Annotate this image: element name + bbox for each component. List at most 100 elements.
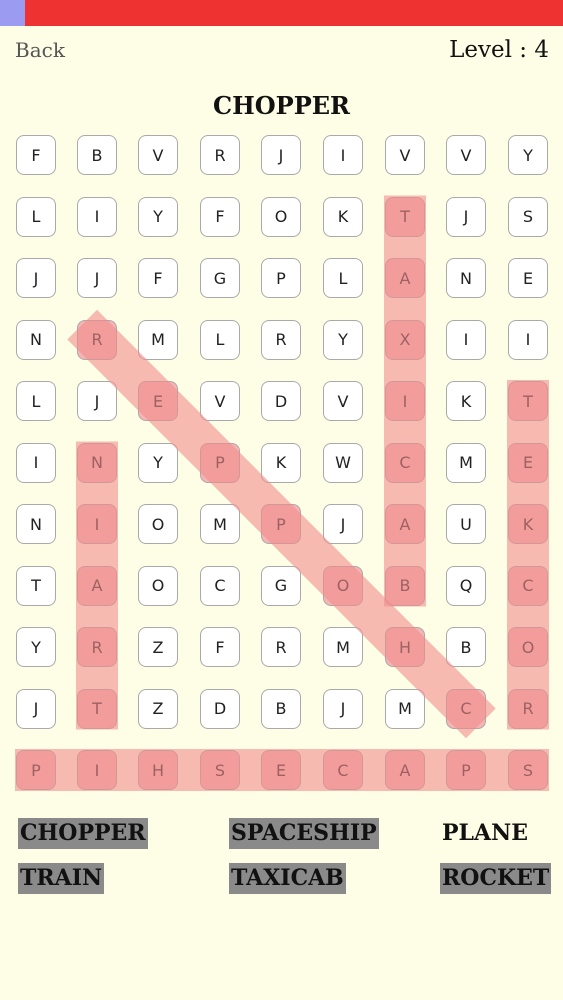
letter-tile[interactable]: R <box>77 627 117 667</box>
letter-tile[interactable]: N <box>16 504 56 544</box>
letter-tile[interactable]: B <box>446 627 486 667</box>
letter-tile[interactable]: G <box>200 258 240 298</box>
letter-tile[interactable]: Q <box>446 565 486 606</box>
letter-tile[interactable]: O <box>508 627 548 667</box>
letter-tile[interactable]: J <box>16 258 56 298</box>
letter-tile[interactable]: R <box>200 135 240 175</box>
letter-tile[interactable]: I <box>16 442 56 483</box>
letter-tile[interactable]: Z <box>138 627 178 667</box>
letter-tile[interactable]: B <box>77 135 117 175</box>
letter-tile[interactable]: A <box>385 750 425 790</box>
letter-tile[interactable]: N <box>16 319 56 360</box>
letter-tile[interactable]: C <box>508 565 548 606</box>
letter-tile[interactable]: O <box>138 565 178 606</box>
letter-tile[interactable]: Y <box>508 135 548 175</box>
letter-tile[interactable]: O <box>138 504 178 544</box>
letter-tile[interactable]: S <box>200 750 240 790</box>
letter-tile[interactable]: M <box>323 627 363 667</box>
letter-tile[interactable]: C <box>323 750 363 790</box>
letter-tile[interactable]: I <box>446 319 486 360</box>
letter-tile[interactable]: J <box>446 196 486 237</box>
letter-tile[interactable]: J <box>323 688 363 729</box>
letter-tile[interactable]: Y <box>138 442 178 483</box>
letter-tile[interactable]: F <box>200 627 240 667</box>
letter-tile[interactable]: L <box>16 196 56 237</box>
letter-tile[interactable]: J <box>261 135 301 175</box>
letter-tile[interactable]: F <box>200 196 240 237</box>
letter-tile[interactable]: H <box>385 627 425 667</box>
letter-tile[interactable]: Y <box>138 196 178 237</box>
letter-tile[interactable]: C <box>385 442 425 483</box>
letter-tile[interactable]: D <box>200 688 240 729</box>
letter-tile[interactable]: T <box>16 565 56 606</box>
letter-tile[interactable]: T <box>385 196 425 237</box>
letter-tile[interactable]: K <box>508 504 548 544</box>
letter-tile[interactable]: K <box>446 381 486 421</box>
letter-tile[interactable]: X <box>385 319 425 360</box>
letter-tile[interactable]: I <box>385 381 425 421</box>
letter-tile[interactable]: S <box>508 750 548 790</box>
letter-tile[interactable]: I <box>77 750 117 790</box>
letter-tile[interactable]: W <box>323 442 363 483</box>
letter-tile[interactable]: F <box>16 135 56 175</box>
letter-tile[interactable]: I <box>508 319 548 360</box>
letter-tile[interactable]: I <box>77 196 117 237</box>
letter-tile[interactable]: O <box>261 196 301 237</box>
letter-tile[interactable]: B <box>385 565 425 606</box>
letter-tile[interactable]: T <box>77 688 117 729</box>
letter-tile[interactable]: I <box>323 135 363 175</box>
letter-tile[interactable]: P <box>261 258 301 298</box>
letter-tile[interactable]: T <box>508 381 548 421</box>
letter-tile[interactable]: M <box>385 688 425 729</box>
letter-tile[interactable]: R <box>261 319 301 360</box>
letter-tile[interactable]: O <box>323 565 363 606</box>
letter-tile[interactable]: P <box>446 750 486 790</box>
letter-tile[interactable]: K <box>261 442 301 483</box>
letter-tile[interactable]: P <box>261 504 301 544</box>
letter-tile[interactable]: A <box>77 565 117 606</box>
letter-tile[interactable]: R <box>77 319 117 360</box>
letter-tile[interactable]: N <box>77 442 117 483</box>
letter-tile[interactable]: M <box>446 442 486 483</box>
letter-tile[interactable]: L <box>323 258 363 298</box>
word-grid[interactable]: FBVRJIVVYLIYFOKTJSJJFGPLANENRMLRYXIILJEV… <box>0 0 563 800</box>
letter-tile[interactable]: Y <box>16 627 56 667</box>
letter-tile[interactable]: J <box>77 381 117 421</box>
letter-tile[interactable]: U <box>446 504 486 544</box>
letter-tile[interactable]: C <box>446 688 486 729</box>
letter-tile[interactable]: V <box>138 135 178 175</box>
letter-tile[interactable]: B <box>261 688 301 729</box>
letter-tile[interactable]: N <box>446 258 486 298</box>
letter-tile[interactable]: C <box>200 565 240 606</box>
letter-tile[interactable]: P <box>200 442 240 483</box>
letter-tile[interactable]: G <box>261 565 301 606</box>
letter-tile[interactable]: E <box>138 381 178 421</box>
letter-tile[interactable]: D <box>261 381 301 421</box>
letter-tile[interactable]: A <box>385 258 425 298</box>
letter-tile[interactable]: E <box>508 258 548 298</box>
letter-tile[interactable]: R <box>508 688 548 729</box>
letter-tile[interactable]: V <box>446 135 486 175</box>
letter-tile[interactable]: J <box>323 504 363 544</box>
letter-tile[interactable]: J <box>77 258 117 298</box>
letter-tile[interactable]: M <box>138 319 178 360</box>
letter-tile[interactable]: Y <box>323 319 363 360</box>
letter-tile[interactable]: V <box>200 381 240 421</box>
letter-tile[interactable]: E <box>508 442 548 483</box>
letter-tile[interactable]: P <box>16 750 56 790</box>
letter-tile[interactable]: Z <box>138 688 178 729</box>
letter-tile[interactable]: L <box>16 381 56 421</box>
letter-tile[interactable]: A <box>385 504 425 544</box>
letter-tile[interactable]: S <box>508 196 548 237</box>
letter-tile[interactable]: V <box>385 135 425 175</box>
letter-tile[interactable]: E <box>261 750 301 790</box>
letter-tile[interactable]: M <box>200 504 240 544</box>
letter-tile[interactable]: V <box>323 381 363 421</box>
letter-tile[interactable]: H <box>138 750 178 790</box>
letter-tile[interactable]: L <box>200 319 240 360</box>
letter-tile[interactable]: J <box>16 688 56 729</box>
letter-tile[interactable]: I <box>77 504 117 544</box>
letter-tile[interactable]: K <box>323 196 363 237</box>
letter-tile[interactable]: F <box>138 258 178 298</box>
letter-tile[interactable]: R <box>261 627 301 667</box>
